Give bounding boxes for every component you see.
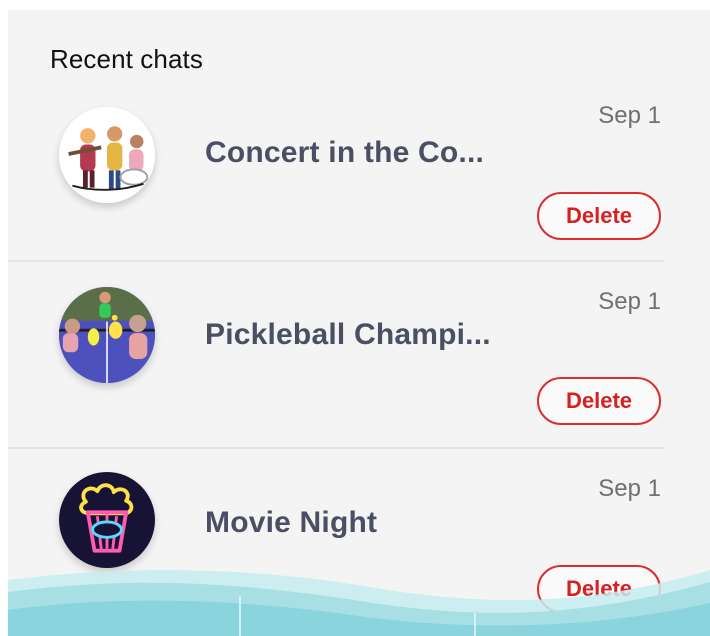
chat-title[interactable]: Pickleball Champi...: [205, 318, 491, 352]
pickleball-avatar-image: [59, 287, 155, 383]
recent-chats-panel: Recent chats Concert in the Co... Sep 1 …: [8, 10, 710, 636]
recent-chats-heading: Recent chats: [50, 44, 203, 74]
chat-date: Sep 1: [598, 288, 661, 315]
popcorn-icon: [59, 472, 155, 568]
delete-chat-button[interactable]: Delete: [537, 565, 661, 613]
chat-title[interactable]: Movie Night: [205, 506, 377, 540]
chat-date: Sep 1: [598, 475, 661, 502]
concert-avatar-image: [59, 107, 155, 203]
delete-chat-button[interactable]: Delete: [537, 377, 661, 425]
chat-title[interactable]: Concert in the Co...: [205, 136, 484, 170]
delete-chat-button[interactable]: Delete: [537, 192, 661, 240]
chat-row-concert[interactable]: Concert in the Co... Sep 1 Delete: [8, 78, 668, 266]
chat-row-movie-night[interactable]: Movie Night Sep 1 Delete: [8, 452, 668, 636]
chat-row-pickleball[interactable]: Pickleball Champi... Sep 1 Delete: [8, 264, 668, 452]
chat-date: Sep 1: [598, 102, 661, 129]
